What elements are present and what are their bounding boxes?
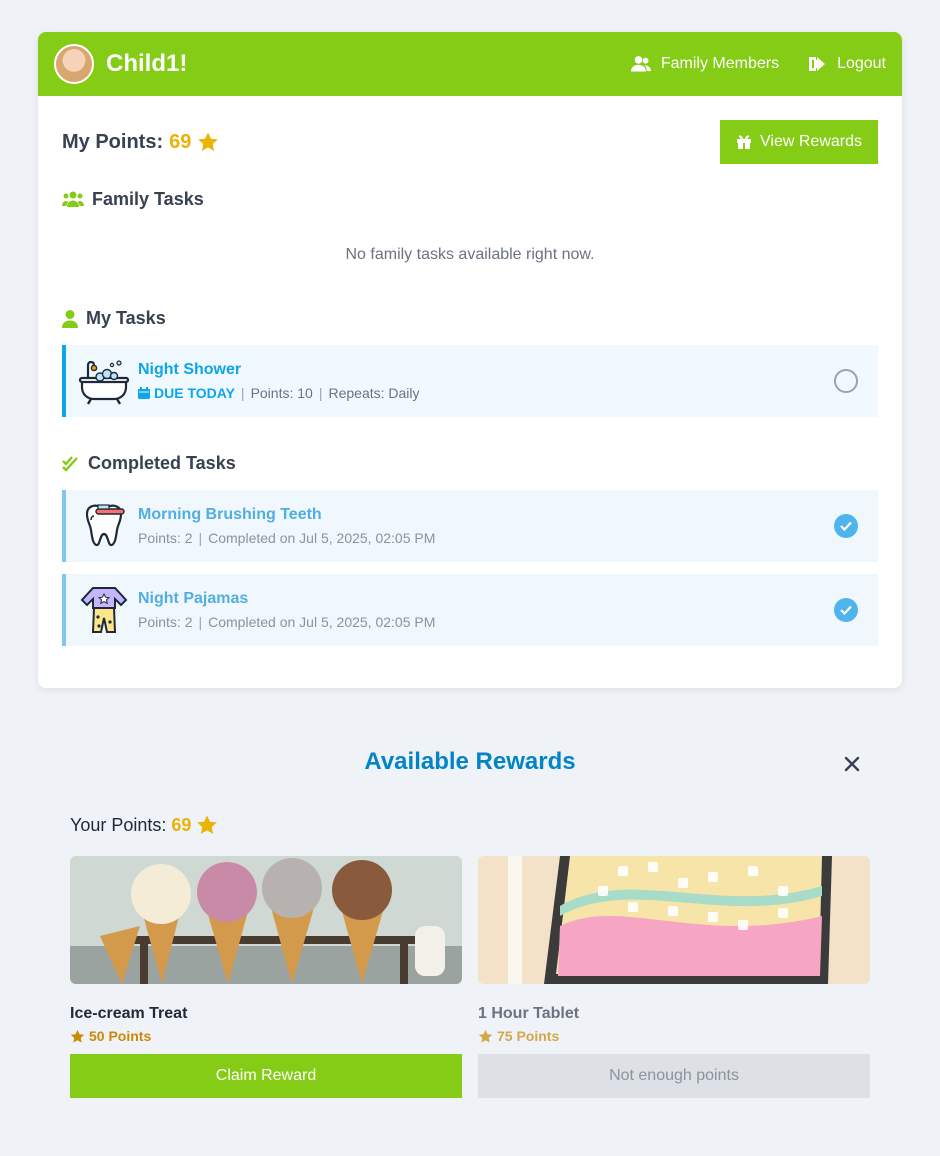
meta-separator: |	[198, 614, 203, 630]
top-bar: Child1! Family Members Logout	[38, 32, 902, 96]
view-rewards-label: View Rewards	[760, 133, 862, 150]
top-nav: Family Members Logout	[630, 54, 886, 74]
my-tasks-heading: My Tasks	[62, 308, 878, 329]
family-tasks-title: Family Tasks	[92, 189, 204, 209]
task-points: Points: 2	[138, 530, 193, 546]
close-icon[interactable]	[840, 752, 864, 776]
task-name: Night Pajamas	[138, 590, 249, 607]
logout-link[interactable]: Logout	[807, 54, 886, 74]
completed-check-icon[interactable]	[834, 598, 858, 622]
task-completed-date: Completed on Jul 5, 2025, 02:05 PM	[208, 614, 436, 630]
reward-card: 1 Hour Tablet 75 Points Not enough point…	[478, 856, 870, 1098]
family-tasks-heading: Family Tasks	[62, 189, 878, 210]
reward-cost-value: 50 Points	[89, 1028, 152, 1044]
reward-cost-value: 75 Points	[497, 1028, 560, 1044]
avatar	[54, 44, 94, 84]
reward-cost: 50 Points	[70, 1028, 462, 1044]
calendar-icon	[138, 387, 150, 399]
star-icon	[198, 132, 219, 151]
task-points: Points: 2	[138, 614, 193, 630]
due-text: DUE TODAY	[154, 385, 235, 401]
family-members-link[interactable]: Family Members	[630, 54, 780, 74]
claim-reward-button[interactable]: Claim Reward	[70, 1054, 462, 1098]
tablet-photo	[478, 856, 870, 984]
double-check-icon	[62, 455, 78, 472]
due-badge: DUE TODAY	[138, 385, 235, 401]
task-name: Night Shower	[138, 361, 242, 378]
bathtub-icon	[78, 360, 130, 405]
task-item[interactable]: Night Shower DUE TODAY | Points: 10 | Re…	[62, 345, 878, 417]
app-title: Child1!	[106, 50, 188, 77]
reward-name: Ice-cream Treat	[70, 1005, 188, 1022]
my-points-value: 69	[169, 130, 192, 153]
logout-label: Logout	[837, 55, 886, 72]
family-tasks-empty: No family tasks available right now.	[345, 246, 595, 263]
my-tasks-title: My Tasks	[86, 308, 166, 328]
dashboard-card: Child1! Family Members Logout My Points:…	[38, 32, 902, 688]
complete-task-checkbox[interactable]	[834, 369, 858, 393]
reward-card: Ice-cream Treat 50 Points Claim Reward	[70, 856, 462, 1098]
reward-cost: 75 Points	[478, 1028, 870, 1044]
users-icon	[630, 56, 651, 72]
task-completed-date: Completed on Jul 5, 2025, 02:05 PM	[208, 530, 436, 546]
star-icon	[70, 1029, 85, 1043]
task-meta: Points: 2 | Completed on Jul 5, 2025, 02…	[138, 614, 834, 630]
task-repeats: Repeats: Daily	[328, 385, 420, 401]
my-points: My Points: 69	[62, 131, 219, 154]
meta-separator: |	[198, 530, 203, 546]
completed-tasks-title: Completed Tasks	[88, 453, 236, 473]
pajamas-icon	[80, 587, 128, 633]
not-enough-points-button: Not enough points	[478, 1054, 870, 1098]
my-points-label: My Points:	[62, 130, 164, 153]
task-meta: DUE TODAY | Points: 10 | Repeats: Daily	[138, 385, 834, 401]
task-points: Points: 10	[250, 385, 313, 401]
your-points-label: Your Points:	[70, 814, 167, 835]
completed-task-item[interactable]: Night Pajamas Points: 2 | Completed on J…	[62, 574, 878, 646]
family-icon	[62, 191, 84, 207]
rewards-title: Available Rewards	[364, 748, 576, 775]
completed-task-item[interactable]: Morning Brushing Teeth Points: 2 | Compl…	[62, 490, 878, 562]
task-meta: Points: 2 | Completed on Jul 5, 2025, 02…	[138, 530, 834, 546]
your-points: Your Points: 69	[70, 814, 218, 836]
completed-tasks-heading: Completed Tasks	[62, 453, 878, 474]
your-points-value: 69	[171, 814, 192, 835]
family-members-label: Family Members	[660, 55, 780, 72]
view-rewards-button[interactable]: View Rewards	[720, 120, 878, 164]
tooth-icon	[85, 504, 125, 547]
reward-name: 1 Hour Tablet	[478, 1005, 580, 1022]
star-icon	[478, 1029, 493, 1043]
task-name: Morning Brushing Teeth	[138, 506, 322, 523]
logout-icon	[809, 57, 826, 71]
meta-separator: |	[240, 385, 245, 401]
user-icon	[62, 309, 78, 328]
gift-icon	[737, 135, 752, 149]
ice-cream-photo	[70, 856, 462, 984]
completed-check-icon[interactable]	[834, 514, 858, 538]
star-icon	[197, 815, 218, 834]
meta-separator: |	[318, 385, 323, 401]
